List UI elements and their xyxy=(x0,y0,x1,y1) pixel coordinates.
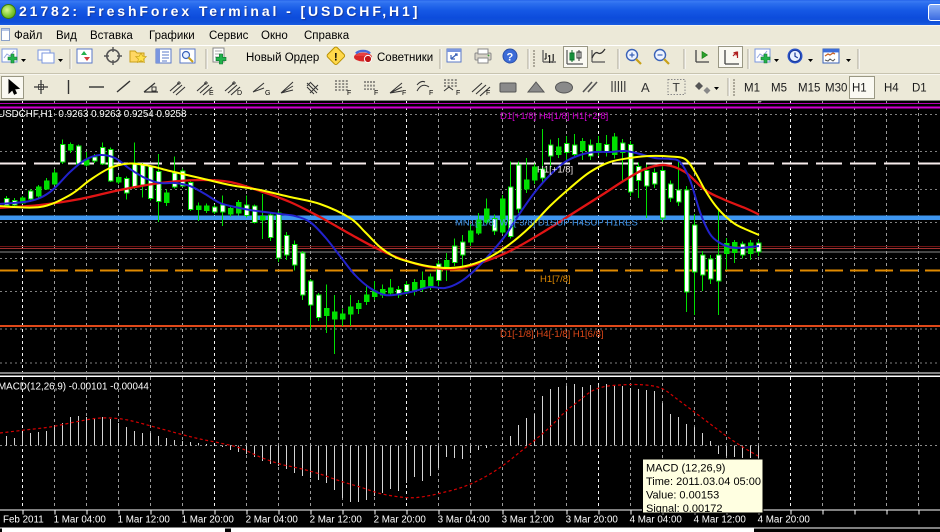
svg-text:?: ? xyxy=(507,52,514,64)
svg-text:D: D xyxy=(237,90,242,97)
svg-text:1 Mar 04:00: 1 Mar 04:00 xyxy=(54,515,107,526)
svg-text:MN1[-1/8] W1[-3/8] D1SUP H4SUP: MN1[-1/8] W1[-3/8] D1SUP H4SUP H1RES xyxy=(455,218,638,229)
svg-text:2 Mar 20:00: 2 Mar 20:00 xyxy=(374,515,427,526)
svg-text:E: E xyxy=(209,90,214,97)
svg-text:F: F xyxy=(456,90,460,97)
svg-text:!: ! xyxy=(334,52,338,64)
svg-text:4 Mar 04:00: 4 Mar 04:00 xyxy=(630,515,683,526)
svg-text:H1[+1/8]: H1[+1/8] xyxy=(537,165,573,176)
svg-text:3 Mar 04:00: 3 Mar 04:00 xyxy=(438,515,491,526)
svg-text:Signal: 0.00172: Signal: 0.00172 xyxy=(646,503,722,515)
svg-text:T: T xyxy=(673,81,681,95)
svg-text:H4: H4 xyxy=(884,83,899,95)
svg-text:4 Mar 12:00: 4 Mar 12:00 xyxy=(694,515,747,526)
svg-text:Feb 2011: Feb 2011 xyxy=(3,515,44,526)
svg-text:M1: M1 xyxy=(744,83,760,95)
svg-text:MACD (12,26,9): MACD (12,26,9) xyxy=(646,463,725,475)
svg-text:4 Mar 20:00: 4 Mar 20:00 xyxy=(758,515,811,526)
svg-text:F: F xyxy=(374,90,378,97)
svg-text:M30: M30 xyxy=(825,83,847,95)
svg-text:Time: 2011.03.04 05:00: Time: 2011.03.04 05:00 xyxy=(646,476,761,488)
svg-text:Value: 0.00153: Value: 0.00153 xyxy=(646,490,719,502)
svg-text:D1: D1 xyxy=(912,83,927,95)
svg-text:F: F xyxy=(402,90,406,97)
svg-text:F: F xyxy=(347,90,351,97)
svg-text:3 Mar 12:00: 3 Mar 12:00 xyxy=(502,515,555,526)
svg-text:D1[-1/8] H4[-1/8] H1[6/8]: D1[-1/8] H4[-1/8] H1[6/8] xyxy=(500,329,604,340)
svg-text:F: F xyxy=(486,90,490,97)
svg-text:Новый Ордер: Новый Ордер xyxy=(246,52,319,64)
svg-text:MACD(12,26,9) -0.00101 -0.0004: MACD(12,26,9) -0.00101 -0.00044 xyxy=(0,382,149,393)
svg-text:H1: H1 xyxy=(852,83,867,95)
svg-text:Советники: Советники xyxy=(377,52,433,64)
svg-text:H1[7/8]: H1[7/8] xyxy=(540,274,571,285)
svg-text:1 Mar 20:00: 1 Mar 20:00 xyxy=(182,515,235,526)
svg-text:G: G xyxy=(265,90,270,97)
svg-text:2 Mar 12:00: 2 Mar 12:00 xyxy=(310,515,363,526)
svg-text:F: F xyxy=(429,90,433,97)
svg-text:USDCHF,H1 0.9263 0.9263 0.925: USDCHF,H1 0.9263 0.9263 0.9254 0.9258 xyxy=(0,109,187,120)
svg-text:1 Mar 12:00: 1 Mar 12:00 xyxy=(118,515,171,526)
svg-text:M5: M5 xyxy=(771,83,787,95)
svg-text:2 Mar 04:00: 2 Mar 04:00 xyxy=(246,515,299,526)
svg-text:M15: M15 xyxy=(798,83,820,95)
svg-text:D1[+1/8] H4[1/8] H1[+2/8]: D1[+1/8] H4[1/8] H1[+2/8] xyxy=(500,111,608,122)
svg-text:A: A xyxy=(641,80,650,95)
svg-text:3 Mar 20:00: 3 Mar 20:00 xyxy=(566,515,619,526)
